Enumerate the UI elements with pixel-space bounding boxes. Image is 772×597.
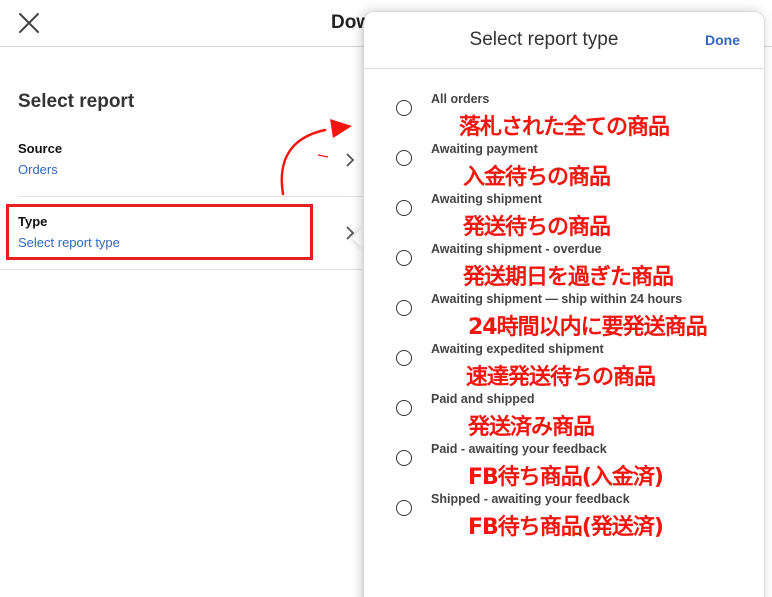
option-annotation: FB待ち商品(発送済)	[468, 515, 664, 540]
radio-button[interactable]	[396, 300, 412, 316]
option-annotation: FB待ち商品(入金済)	[468, 465, 664, 490]
close-icon	[19, 13, 39, 33]
source-row[interactable]: Source Orders	[18, 141, 362, 195]
report-type-panel: Select report type Done All orders 落札された…	[364, 12, 764, 597]
page: Dow Select report Source Orders Type Sel…	[0, 0, 772, 597]
close-button[interactable]	[16, 10, 42, 36]
option-awaiting-expedited-shipment[interactable]: Awaiting expedited shipment 速達発送待ちの商品	[396, 342, 756, 396]
radio-button[interactable]	[396, 100, 412, 116]
option-awaiting-shipment-overdue[interactable]: Awaiting shipment - overdue 発送期日を過ぎた商品	[396, 242, 756, 296]
option-paid-awaiting-feedback[interactable]: Paid - awaiting your feedback FB待ち商品(入金済…	[396, 442, 756, 496]
option-awaiting-payment[interactable]: Awaiting payment 入金待ちの商品	[396, 142, 756, 196]
row-divider	[0, 269, 362, 270]
option-all-orders[interactable]: All orders 落札された全ての商品	[396, 92, 756, 146]
radio-button[interactable]	[396, 500, 412, 516]
option-shipped-awaiting-feedback[interactable]: Shipped - awaiting your feedback FB待ち商品(…	[396, 492, 756, 546]
option-annotation: 24時間以内に要発送商品	[468, 315, 708, 340]
option-ship-within-24-hours[interactable]: Awaiting shipment — ship within 24 hours…	[396, 292, 756, 346]
option-annotation: 入金待ちの商品	[463, 165, 611, 190]
option-annotation: 発送期日を過ぎた商品	[463, 265, 674, 290]
type-label: Type	[18, 214, 48, 229]
option-label: Awaiting expedited shipment	[431, 342, 604, 356]
radio-button[interactable]	[396, 250, 412, 266]
option-label: Awaiting shipment - overdue	[431, 242, 602, 256]
option-paid-and-shipped[interactable]: Paid and shipped 発送済み商品	[396, 392, 756, 446]
option-annotation: 発送待ちの商品	[463, 215, 611, 240]
radio-button[interactable]	[396, 450, 412, 466]
option-label: Paid - awaiting your feedback	[431, 442, 607, 456]
type-value: Select report type	[18, 235, 120, 250]
option-annotation: 落札された全ての商品	[459, 115, 670, 140]
radio-button[interactable]	[396, 200, 412, 216]
radio-button[interactable]	[396, 350, 412, 366]
source-label: Source	[18, 141, 63, 156]
source-value: Orders	[18, 162, 58, 177]
type-row[interactable]: Type Select report type	[18, 214, 362, 268]
section-heading: Select report	[18, 91, 135, 112]
option-label: Awaiting shipment — ship within 24 hours	[431, 292, 683, 306]
option-annotation: 速達発送待ちの商品	[466, 365, 656, 390]
radio-button[interactable]	[396, 150, 412, 166]
chevron-right-icon	[346, 153, 355, 167]
option-label: Shipped - awaiting your feedback	[431, 492, 630, 506]
option-annotation: 発送済み商品	[468, 415, 595, 440]
option-label: Awaiting shipment	[431, 192, 542, 206]
report-type-options: All orders 落札された全ての商品 Awaiting payment 入…	[364, 12, 764, 572]
row-divider	[18, 196, 362, 197]
option-label: All orders	[431, 92, 490, 106]
panel-pointer	[352, 226, 364, 250]
radio-button[interactable]	[396, 400, 412, 416]
option-awaiting-shipment[interactable]: Awaiting shipment 発送待ちの商品	[396, 192, 756, 246]
option-label: Awaiting payment	[431, 142, 538, 156]
option-label: Paid and shipped	[431, 392, 535, 406]
